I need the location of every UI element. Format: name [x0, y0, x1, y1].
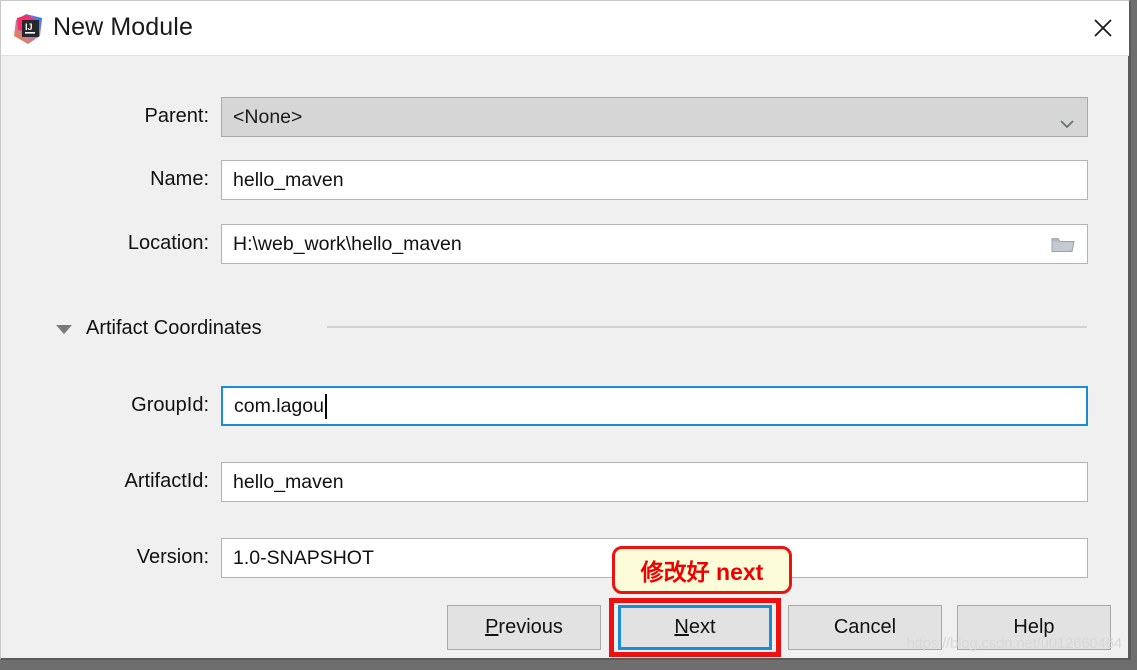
annotation-callout: 修改好 next: [612, 546, 792, 594]
window-bottom-edge: [0, 662, 1137, 670]
location-input[interactable]: H:\web_work\hello_maven: [221, 224, 1088, 264]
text-caret: [324, 393, 327, 419]
name-input[interactable]: hello_maven: [221, 160, 1088, 200]
artifactid-input[interactable]: hello_maven: [221, 462, 1088, 502]
parent-value: <None>: [233, 105, 303, 128]
location-value: H:\web_work\hello_maven: [233, 232, 462, 255]
page-title: New Module: [53, 13, 193, 41]
triangle-down-icon: [56, 324, 72, 334]
new-module-dialog: IJ New Module Parent: <None> Name: hello…: [0, 0, 1131, 660]
artifact-coordinates-section-toggle[interactable]: Artifact Coordinates: [56, 314, 262, 342]
previous-button-label: revious: [498, 616, 563, 638]
groupid-label: GroupId:: [131, 394, 209, 416]
parent-label: Parent:: [144, 105, 209, 127]
next-button-mnemonic: N: [674, 616, 689, 638]
cancel-button-label: Cancel: [833, 616, 897, 638]
parent-combobox[interactable]: <None>: [221, 97, 1088, 137]
watermark-text: https://blog.csdn.net/u012660464: [906, 635, 1123, 652]
close-icon[interactable]: [1077, 1, 1129, 55]
version-label: Version:: [136, 546, 209, 568]
name-label: Name:: [150, 168, 209, 190]
artifact-coordinates-title: Artifact Coordinates: [86, 316, 262, 339]
artifactid-value: hello_maven: [233, 470, 344, 493]
previous-button[interactable]: Previous: [447, 605, 601, 650]
title-bar: IJ New Module: [1, 1, 1129, 56]
section-divider: [327, 326, 1087, 328]
artifactid-label: ArtifactId:: [124, 470, 209, 492]
location-label: Location:: [127, 232, 209, 254]
previous-button-mnemonic: P: [485, 616, 499, 638]
folder-icon[interactable]: [1051, 235, 1075, 254]
next-button-label: ext: [688, 616, 716, 638]
svg-text:IJ: IJ: [25, 22, 33, 32]
next-button[interactable]: Next: [618, 605, 772, 650]
version-value: 1.0-SNAPSHOT: [233, 546, 374, 569]
name-value: hello_maven: [233, 168, 344, 191]
chevron-down-icon: [1059, 112, 1075, 129]
intellij-idea-icon: IJ: [14, 14, 44, 44]
groupid-input[interactable]: com.lagou: [221, 386, 1088, 426]
groupid-value: com.lagou: [234, 394, 324, 417]
